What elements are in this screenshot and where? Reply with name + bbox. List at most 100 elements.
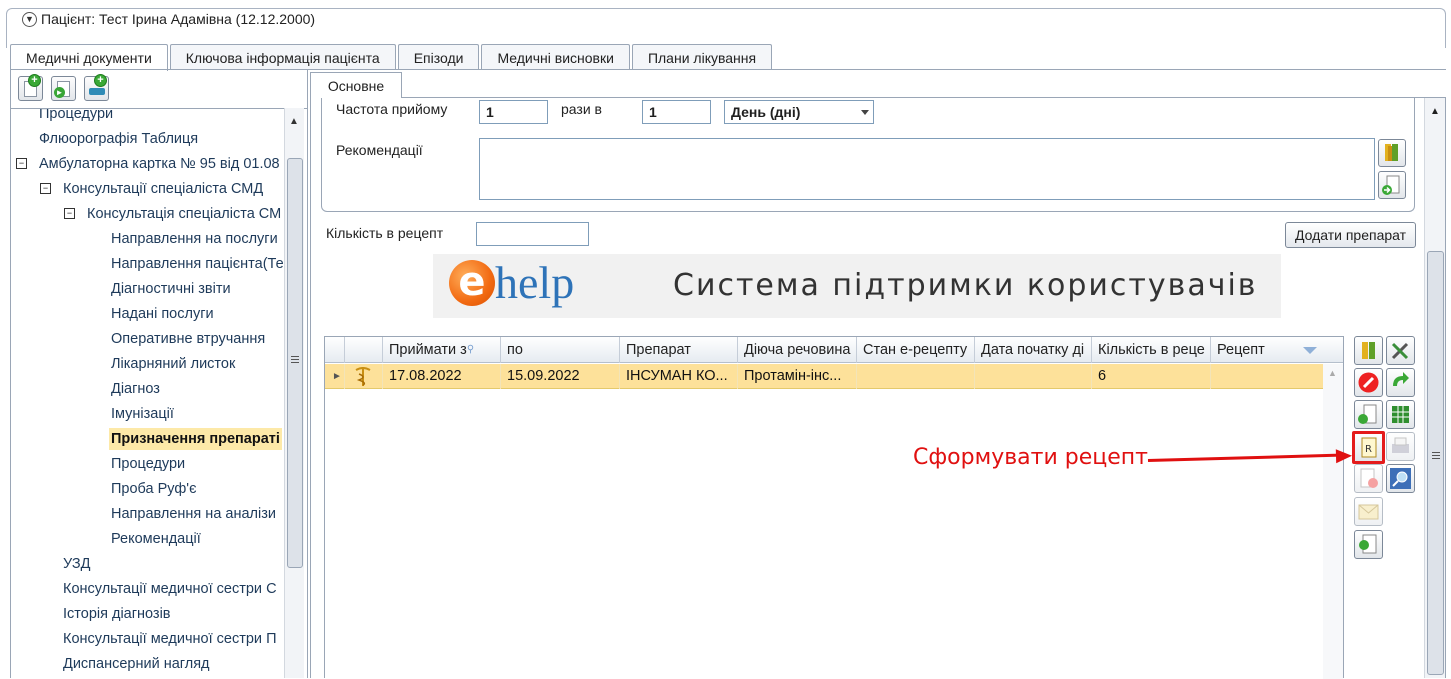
recommendations-label: Рекомендації bbox=[336, 142, 423, 158]
tree-item[interactable]: Направлення на послуги bbox=[111, 228, 278, 250]
col-substance[interactable]: Діюча речовина bbox=[738, 337, 857, 363]
tree-item[interactable]: Оперативне втручання bbox=[111, 328, 265, 350]
row-indicator-icon: ► bbox=[325, 364, 345, 389]
ehelp-banner: e help Система підтримки користувачів bbox=[433, 254, 1281, 318]
stop-icon bbox=[1358, 372, 1379, 393]
tree-item[interactable]: УЗД bbox=[63, 553, 90, 575]
insert-document-button[interactable] bbox=[1378, 171, 1406, 199]
col-erecipe-state[interactable]: Стан е-рецепту bbox=[857, 337, 975, 363]
column-chooser-icon[interactable] bbox=[1301, 337, 1323, 363]
collapse-tree-icon[interactable]: − bbox=[16, 158, 27, 169]
col-drug[interactable]: Препарат bbox=[620, 337, 738, 363]
send-button[interactable] bbox=[1354, 497, 1383, 526]
tree-item[interactable]: Діагностичні звіти bbox=[111, 278, 231, 300]
add-document-button[interactable]: + bbox=[18, 74, 43, 101]
book-icon bbox=[1362, 342, 1375, 359]
tools-icon bbox=[1391, 342, 1409, 360]
add-drug-button[interactable]: Додати препарат bbox=[1285, 222, 1416, 248]
cell-substance: Протамін-інс... bbox=[738, 364, 857, 389]
tree-item[interactable]: Амбулаторна картка № 95 від 01.08 bbox=[39, 153, 280, 175]
search-button[interactable] bbox=[1386, 464, 1415, 493]
tree-item[interactable]: Діагноз bbox=[111, 378, 160, 400]
tree-item[interactable]: Консультації медичної сестри С bbox=[63, 578, 277, 600]
plus-icon: + bbox=[28, 74, 41, 87]
tree-item[interactable]: Направлення на аналізи bbox=[111, 503, 276, 525]
tree-item[interactable]: Флюорографія Таблиця bbox=[39, 128, 198, 150]
tree-item[interactable]: Надані послуги bbox=[111, 303, 214, 325]
directory-button[interactable] bbox=[1354, 336, 1383, 365]
svg-text:R: R bbox=[1365, 444, 1372, 455]
open-document-button[interactable]: ► bbox=[51, 76, 76, 101]
scroll-up-icon[interactable]: ▲ bbox=[1430, 106, 1440, 117]
tree-item[interactable]: Направлення пацієнта(Те bbox=[111, 253, 284, 275]
grid-scrollbar[interactable]: ▲ bbox=[1323, 364, 1343, 679]
collapse-tree-icon[interactable]: − bbox=[40, 183, 51, 194]
tree-item[interactable]: Консультації медичної сестри П bbox=[63, 628, 277, 650]
export-button[interactable] bbox=[1354, 530, 1383, 559]
caduceus-icon bbox=[345, 364, 383, 389]
tree-item[interactable]: Рекомендації bbox=[111, 528, 201, 550]
tree-item[interactable]: Проба Руф'є bbox=[111, 478, 196, 500]
table-row[interactable]: ► 17.08.2022 15.09.2022 ІНСУМАН КО... Пр… bbox=[325, 364, 1323, 389]
grid-header-icon bbox=[345, 337, 383, 363]
tools-button[interactable] bbox=[1386, 336, 1415, 365]
collapse-icon[interactable]: ▼ bbox=[22, 11, 37, 27]
qty-input[interactable] bbox=[476, 222, 589, 246]
insert-document-button[interactable] bbox=[1354, 400, 1383, 429]
printer-icon bbox=[1392, 437, 1409, 453]
grid-header-indicator bbox=[325, 337, 345, 363]
tree-item[interactable]: Процедури bbox=[111, 453, 185, 475]
filter-icon: ⚲ bbox=[466, 344, 475, 355]
cell-start-date bbox=[975, 364, 1092, 389]
tree-item[interactable]: Диспансерний нагляд bbox=[63, 653, 210, 675]
tab-key-info[interactable]: Ключова інформація пацієнта bbox=[169, 44, 396, 70]
times-label: рази в bbox=[561, 101, 602, 117]
tab-medical-conclusions[interactable]: Медичні висновки bbox=[481, 44, 630, 70]
book-icon-button[interactable] bbox=[1378, 139, 1406, 167]
right-scrollbar[interactable]: ▲ bbox=[1424, 98, 1445, 678]
print-button[interactable] bbox=[1386, 432, 1415, 461]
table-icon bbox=[1392, 406, 1409, 423]
tab-medical-documents[interactable]: Медичні документи bbox=[10, 44, 168, 71]
tab-episodes[interactable]: Епізоди bbox=[397, 44, 480, 70]
scroll-thumb[interactable] bbox=[1427, 251, 1444, 675]
tab-treatment-plans[interactable]: Плани лікування bbox=[631, 44, 773, 70]
scroll-up-icon[interactable]: ▲ bbox=[289, 116, 299, 127]
tree-item[interactable]: Консультації спеціаліста СМД bbox=[63, 178, 263, 200]
tree-item[interactable]: Лікарняний листок bbox=[111, 353, 235, 375]
tab-main[interactable]: Основне bbox=[310, 72, 402, 98]
table-view-button[interactable] bbox=[1386, 400, 1415, 429]
book-icon bbox=[1385, 144, 1398, 161]
tree-item[interactable]: Процедури bbox=[39, 109, 113, 125]
collapse-tree-icon[interactable]: − bbox=[64, 208, 75, 219]
frequency-input[interactable]: 1 bbox=[479, 100, 548, 124]
col-to[interactable]: по bbox=[501, 337, 620, 363]
scroll-up-icon[interactable]: ▲ bbox=[1328, 368, 1337, 378]
bed-icon bbox=[89, 88, 105, 95]
grip-icon bbox=[1432, 452, 1440, 453]
times-input[interactable]: 1 bbox=[642, 100, 711, 124]
grip-icon bbox=[291, 356, 299, 357]
tree-scrollbar[interactable]: ▲ bbox=[284, 108, 304, 678]
recommendations-textarea[interactable] bbox=[479, 138, 1375, 200]
refresh-button[interactable] bbox=[1386, 368, 1415, 397]
period-select[interactable]: День (дні) bbox=[724, 100, 874, 124]
document-export-icon bbox=[1359, 534, 1377, 554]
create-recipe-button[interactable]: R bbox=[1352, 431, 1385, 464]
cell-state bbox=[857, 364, 975, 389]
chevron-down-icon bbox=[861, 110, 869, 115]
cell-to: 15.09.2022 bbox=[501, 364, 620, 389]
tree-item[interactable]: Консультація спеціаліста СМ bbox=[87, 203, 281, 225]
left-toolbar: + ► + bbox=[18, 74, 109, 101]
add-hospitalization-button[interactable]: + bbox=[84, 74, 109, 101]
chevron-down-icon bbox=[1303, 347, 1317, 354]
cancel-button[interactable] bbox=[1354, 368, 1383, 397]
cancel-recipe-button[interactable] bbox=[1354, 464, 1383, 493]
col-start-date[interactable]: Дата початку ді bbox=[975, 337, 1092, 363]
tree-item[interactable]: Історія діагнозів bbox=[63, 603, 171, 625]
col-qty[interactable]: Кількість в реце bbox=[1092, 337, 1211, 363]
tree-item-selected[interactable]: Призначення препараті bbox=[109, 428, 282, 450]
col-from[interactable]: Приймати з⚲ bbox=[383, 337, 501, 363]
tree-item[interactable]: Імунізації bbox=[111, 403, 174, 425]
scroll-thumb[interactable] bbox=[287, 158, 303, 568]
